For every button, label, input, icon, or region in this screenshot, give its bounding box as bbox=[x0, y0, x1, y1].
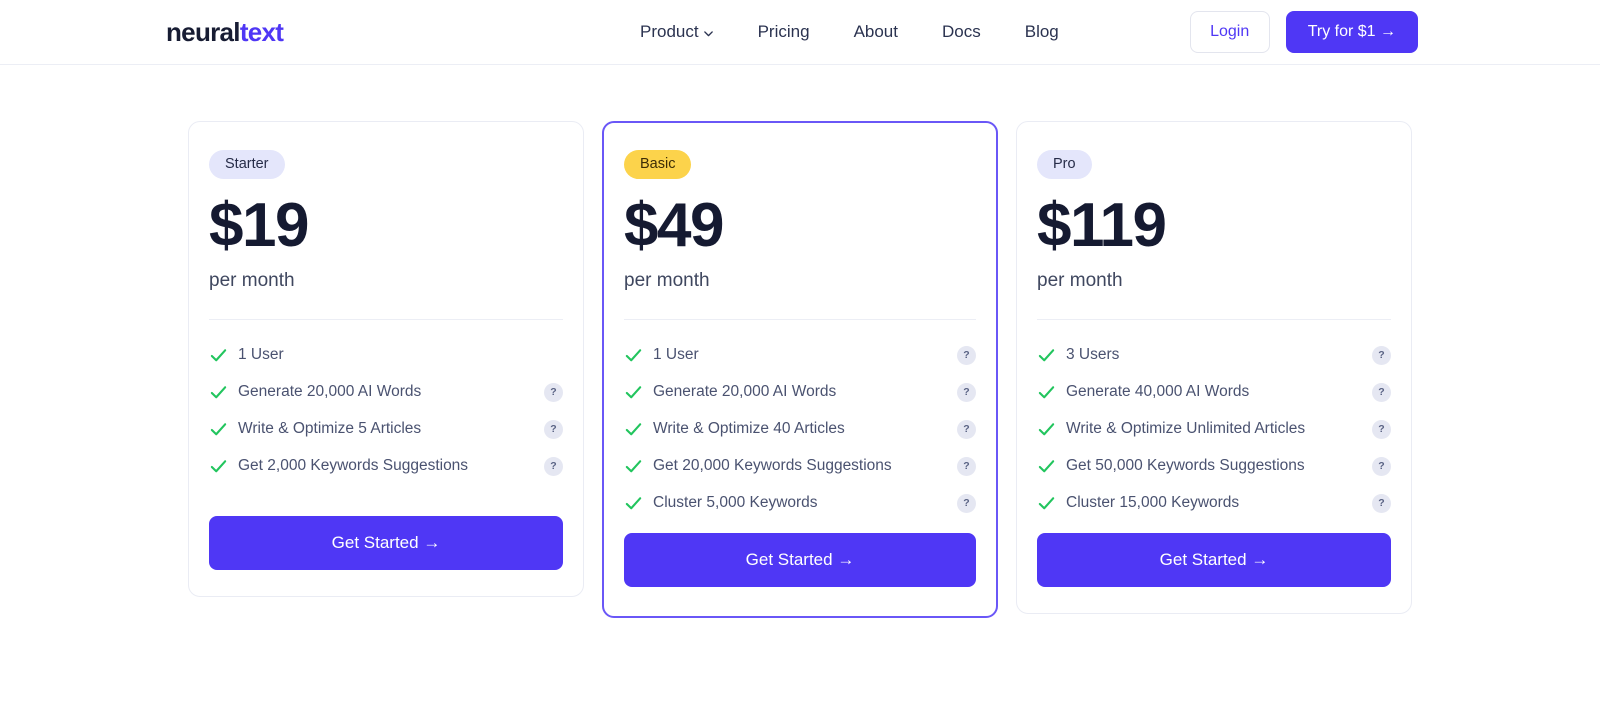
feature-item: Get 2,000 Keywords Suggestions ? bbox=[209, 455, 563, 478]
get-started-button[interactable]: Get Started → bbox=[1037, 532, 1391, 587]
plan-period: per month bbox=[624, 269, 710, 291]
check-icon bbox=[209, 420, 228, 439]
feature-label: Get 20,000 Keywords Suggestions bbox=[653, 457, 892, 475]
help-icon[interactable]: ? bbox=[1372, 456, 1391, 476]
logo-primary-text: neural bbox=[166, 16, 241, 47]
try-for-1-button[interactable]: Try for $1 → bbox=[1285, 11, 1418, 53]
feature-item: 1 User ? bbox=[209, 344, 563, 367]
feature-item: Generate 20,000 AI Words ? bbox=[209, 381, 563, 404]
feature-item: Cluster 15,000 Keywords ? bbox=[1037, 492, 1391, 515]
card-divider bbox=[624, 318, 976, 320]
help-icon[interactable]: ? bbox=[957, 345, 976, 365]
nav-item-pricing[interactable]: Pricing bbox=[758, 22, 810, 42]
feature-list: 1 User ? Generate 20,000 AI Words ? Writ… bbox=[624, 344, 976, 515]
get-started-button[interactable]: Get Started → bbox=[624, 532, 976, 587]
help-icon[interactable]: ? bbox=[544, 456, 563, 476]
check-icon bbox=[209, 383, 228, 402]
check-icon bbox=[209, 457, 228, 476]
plan-price: $49 bbox=[624, 190, 724, 260]
plan-badge: Starter bbox=[209, 150, 285, 179]
help-icon[interactable]: ? bbox=[957, 456, 976, 476]
feature-label: Generate 20,000 AI Words bbox=[238, 383, 422, 401]
plan-badge: Basic bbox=[624, 150, 692, 179]
help-icon[interactable]: ? bbox=[1372, 493, 1391, 513]
login-button[interactable]: Login bbox=[1189, 11, 1270, 53]
plan-period: per month bbox=[1037, 269, 1123, 291]
help-icon[interactable]: ? bbox=[1372, 382, 1391, 402]
feature-label: 1 User bbox=[653, 346, 699, 364]
pricing-card-basic: Basic $49 per month 1 User ? Generate 20… bbox=[602, 121, 998, 618]
check-icon bbox=[209, 346, 228, 365]
chevron-down-icon bbox=[703, 28, 714, 39]
help-icon[interactable]: ? bbox=[957, 493, 976, 513]
logo[interactable]: neuraltext bbox=[166, 16, 284, 48]
help-icon[interactable]: ? bbox=[1372, 419, 1391, 439]
check-icon bbox=[1037, 383, 1056, 402]
logo-accent-text: text bbox=[239, 16, 284, 47]
check-icon bbox=[624, 420, 643, 439]
nav-item-label: About bbox=[853, 22, 898, 41]
feature-item: Cluster 5,000 Keywords ? bbox=[624, 492, 976, 515]
nav-item-label: Product bbox=[640, 22, 699, 41]
plan-period: per month bbox=[209, 269, 295, 291]
feature-list: 1 User ? Generate 20,000 AI Words ? Writ… bbox=[209, 344, 563, 478]
check-icon bbox=[1037, 457, 1056, 476]
nav-item-blog[interactable]: Blog bbox=[1025, 22, 1059, 42]
feature-item: Write & Optimize 40 Articles ? bbox=[624, 418, 976, 441]
nav-item-docs[interactable]: Docs bbox=[942, 22, 981, 42]
feature-label: Write & Optimize 5 Articles bbox=[238, 420, 422, 438]
help-icon[interactable]: ? bbox=[544, 419, 563, 439]
check-icon bbox=[624, 346, 643, 365]
feature-item: Get 50,000 Keywords Suggestions ? bbox=[1037, 455, 1391, 478]
main-navigation: Product Pricing About Docs Blog bbox=[640, 22, 1059, 42]
header-actions: Login Try for $1 → bbox=[1189, 11, 1418, 53]
feature-item: Generate 20,000 AI Words ? bbox=[624, 381, 976, 404]
plan-price: $119 bbox=[1037, 190, 1167, 260]
site-header: neuraltext Product Pricing About Docs Bl… bbox=[0, 0, 1600, 65]
help-icon[interactable]: ? bbox=[957, 419, 976, 439]
feature-label: Generate 20,000 AI Words bbox=[653, 383, 837, 401]
feature-item: Generate 40,000 AI Words ? bbox=[1037, 381, 1391, 404]
feature-item: 1 User ? bbox=[624, 344, 976, 367]
card-divider bbox=[1037, 318, 1391, 320]
check-icon bbox=[1037, 420, 1056, 439]
help-icon[interactable]: ? bbox=[544, 382, 563, 402]
plan-price: $19 bbox=[209, 190, 309, 260]
feature-label: Write & Optimize Unlimited Articles bbox=[1066, 420, 1306, 438]
feature-label: Cluster 15,000 Keywords bbox=[1066, 494, 1240, 512]
check-icon bbox=[1037, 494, 1056, 513]
feature-item: 3 Users ? bbox=[1037, 344, 1391, 367]
help-icon[interactable]: ? bbox=[957, 382, 976, 402]
nav-item-about[interactable]: About bbox=[854, 22, 898, 42]
pricing-cards: Starter $19 per month 1 User ? Generate … bbox=[0, 65, 1600, 618]
nav-item-label: Blog bbox=[1024, 22, 1059, 41]
feature-list: 3 Users ? Generate 40,000 AI Words ? Wri… bbox=[1037, 344, 1391, 515]
check-icon bbox=[624, 494, 643, 513]
nav-item-product[interactable]: Product bbox=[640, 22, 714, 42]
feature-item: Get 20,000 Keywords Suggestions ? bbox=[624, 455, 976, 478]
get-started-button[interactable]: Get Started → bbox=[209, 515, 563, 570]
nav-item-label: Docs bbox=[942, 22, 981, 41]
feature-label: Cluster 5,000 Keywords bbox=[653, 494, 818, 512]
check-icon bbox=[624, 457, 643, 476]
plan-badge: Pro bbox=[1037, 150, 1092, 179]
card-divider bbox=[209, 318, 563, 320]
feature-label: Get 2,000 Keywords Suggestions bbox=[238, 457, 469, 475]
pricing-card-pro: Pro $119 per month 3 Users ? Generate 40… bbox=[1016, 121, 1412, 614]
feature-label: Generate 40,000 AI Words bbox=[1066, 383, 1250, 401]
nav-item-label: Pricing bbox=[757, 22, 810, 41]
help-icon[interactable]: ? bbox=[1372, 345, 1391, 365]
pricing-card-starter: Starter $19 per month 1 User ? Generate … bbox=[188, 121, 584, 597]
check-icon bbox=[624, 383, 643, 402]
feature-label: 1 User bbox=[238, 346, 284, 364]
feature-label: Get 50,000 Keywords Suggestions bbox=[1066, 457, 1305, 475]
feature-label: 3 Users bbox=[1066, 346, 1120, 364]
feature-item: Write & Optimize Unlimited Articles ? bbox=[1037, 418, 1391, 441]
feature-item: Write & Optimize 5 Articles ? bbox=[209, 418, 563, 441]
check-icon bbox=[1037, 346, 1056, 365]
feature-label: Write & Optimize 40 Articles bbox=[653, 420, 845, 438]
